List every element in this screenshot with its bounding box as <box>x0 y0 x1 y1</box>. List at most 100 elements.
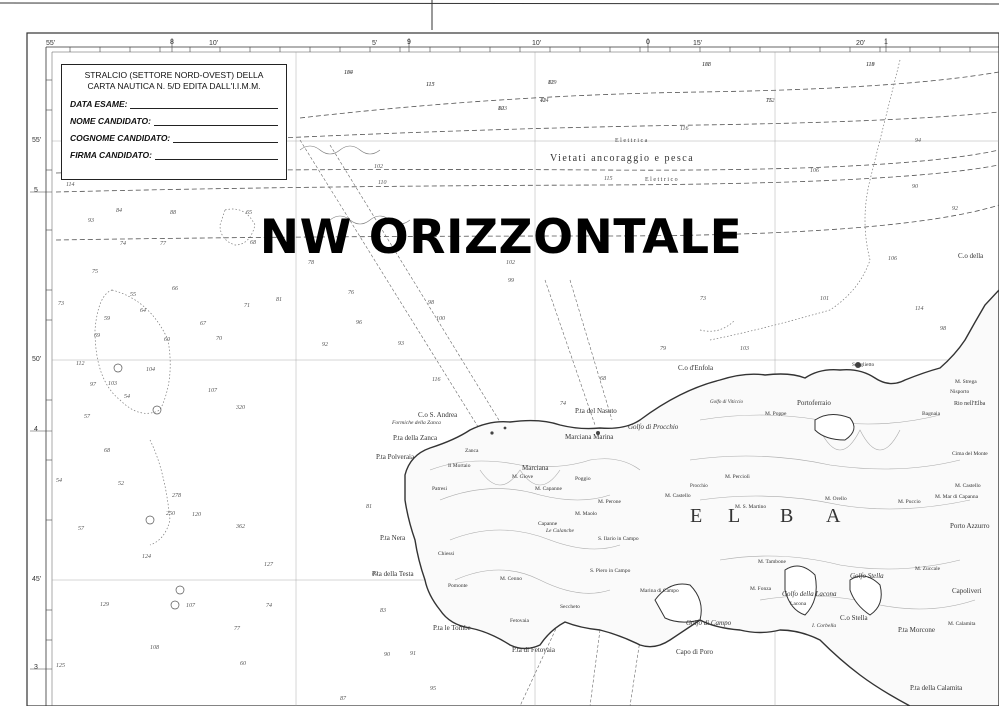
island-letter-b: B <box>780 505 795 527</box>
candidate-signature-label: FIRMA CANDIDATO: <box>70 150 152 160</box>
scale-top-6: 10' <box>532 40 541 47</box>
mount-orello: M. Orello <box>825 496 847 502</box>
depth-sounding: 103 <box>740 346 749 352</box>
depth-sounding: 91 <box>410 651 416 657</box>
depth-sounding: 116 <box>432 377 441 383</box>
cape-fetovaia: P.ta di Fetovaia <box>512 646 556 654</box>
depth-sounding: 68 <box>104 448 110 454</box>
depth-sounding: 92 <box>952 206 958 212</box>
mount-cenno: M. Cenno <box>500 576 522 582</box>
depth-sounding: 100 <box>436 316 445 322</box>
depth-sounding: 80 <box>498 106 504 112</box>
scale-top-9: 20' <box>856 40 865 47</box>
depth-sounding: 77 <box>160 241 167 247</box>
depth-sounding: 113 <box>426 82 435 88</box>
scale-top-7: 0 <box>646 39 650 46</box>
candidate-surname-field[interactable] <box>173 133 278 143</box>
scale-left-4: 4 <box>34 426 38 433</box>
depth-sounding: 96 <box>356 320 362 326</box>
cape-testa: P.ta della Testa <box>372 570 414 578</box>
depth-sounding: 106 <box>810 168 819 174</box>
depth-sounding: 124 <box>142 553 151 560</box>
overlay-title: NW ORIZZONTALE <box>259 210 743 265</box>
depth-sounding: 90 <box>384 652 390 658</box>
town-capoliveri: Capoliveri <box>952 587 982 595</box>
scale-left-5: 45' <box>32 576 41 583</box>
town-pomonte: Pomonte <box>448 583 468 589</box>
depth-sounding: 93 <box>398 341 404 347</box>
depth-sounding: 101 <box>820 296 829 302</box>
feature-calanche: Le Calanche <box>545 528 575 534</box>
cape-enfola: C.o d'Enfola <box>678 364 714 372</box>
candidate-name-row[interactable]: NOME CANDIDATO: <box>70 116 278 126</box>
depth-sounding: 75 <box>92 269 98 275</box>
scale-top-3: 10' <box>209 40 218 47</box>
scale-top-4: 5' <box>372 40 377 47</box>
town-patresi: Patresi <box>432 486 447 492</box>
depth-sounding: 54 <box>124 393 130 400</box>
candidate-surname-row[interactable]: COGNOME CANDIDATO: <box>70 133 278 143</box>
mount-capanne: M. Capanne <box>535 486 562 492</box>
scale-top-10: 1 <box>884 39 888 46</box>
depth-sounding: 93 <box>88 218 94 224</box>
gulf-stella: Golfo Stella <box>850 572 884 580</box>
depth-sounding: 106 <box>888 256 897 262</box>
depth-sounding: 127 <box>264 562 274 568</box>
depth-sounding: 59 <box>104 316 110 322</box>
depth-sounding: 76 <box>348 290 354 296</box>
mount-maolo: M. Maolo <box>575 511 597 517</box>
depth-sounding: 90 <box>912 184 918 190</box>
cape-morcone: P.ta Morcone <box>898 626 935 634</box>
town-lacona: Lacona <box>790 601 807 607</box>
depth-sounding: 115 <box>604 176 613 182</box>
depth-sounding: 73 <box>700 296 706 302</box>
depth-sounding: 55 <box>130 292 136 298</box>
cape-calamita: P.ta della Calamita <box>910 684 963 692</box>
depth-sounding: 120 <box>192 512 201 518</box>
town-procchio: Procchio <box>690 484 708 489</box>
depth-sounding: 71 <box>244 303 250 309</box>
depth-sounding: 95 <box>430 686 436 692</box>
exam-date-field[interactable] <box>130 99 278 109</box>
mount-poppe: M. Poppe <box>765 411 787 417</box>
island-letter-a: A <box>826 505 842 527</box>
depth-sounding: 79 <box>660 346 666 352</box>
cape-della: C.o della <box>958 252 984 260</box>
candidate-surname-label: COGNOME CANDIDATO: <box>70 133 171 143</box>
town-san-piero: S. Piero in Campo <box>590 568 631 574</box>
depth-sounding: 103 <box>108 381 117 387</box>
mount-fonza: M. Fonza <box>750 586 772 592</box>
candidate-signature-row[interactable]: FIRMA CANDIDATO: <box>70 150 278 160</box>
town-fetovaia: Fetovaia <box>510 618 529 624</box>
candidate-name-field[interactable] <box>153 116 278 126</box>
depth-sounding: 82 <box>372 571 378 577</box>
gulf-viticcio: Golfo di Viticcio <box>710 400 743 405</box>
depth-sounding: 88 <box>170 210 176 216</box>
depth-sounding: 65 <box>246 210 252 216</box>
gulf-procchio: Golfo di Procchio <box>628 423 679 431</box>
scale-left-6: 3 <box>34 664 38 671</box>
depth-sounding: 129 <box>100 602 109 608</box>
depth-sounding: 57 <box>84 414 91 420</box>
cape-poro: Capo di Poro <box>676 648 713 656</box>
depth-sounding: 64 <box>140 307 146 314</box>
gulf-lacona: Golfo della Lacona <box>782 590 837 598</box>
restricted-zone-label: Vietati ancoraggio e pesca <box>550 153 694 164</box>
mount-tambone: M. Tambone <box>758 559 786 565</box>
depth-sounding: 98 <box>940 326 946 332</box>
cape-san-andrea: C.o S. Andrea <box>418 411 458 419</box>
island-letter-e: E <box>690 505 704 527</box>
depth-sounding: 98 <box>428 300 434 306</box>
mount-calamita: M. Calamita <box>948 621 976 627</box>
town-rio-elba: Rio nell'Elba <box>954 401 986 407</box>
depth-sounding: 320 <box>235 405 245 411</box>
exam-date-row[interactable]: DATA ESAME: <box>70 99 278 109</box>
depth-sounding: 102 <box>374 164 383 170</box>
depth-sounding: 87 <box>340 696 347 702</box>
cable-label-2: Elettrico <box>645 177 679 183</box>
candidate-signature-field[interactable] <box>155 150 278 160</box>
scale-top-8: 15' <box>693 40 702 47</box>
depth-sounding: 83 <box>380 608 386 614</box>
depth-sounding: 250 <box>166 511 175 517</box>
depth-sounding: 278 <box>172 493 181 499</box>
